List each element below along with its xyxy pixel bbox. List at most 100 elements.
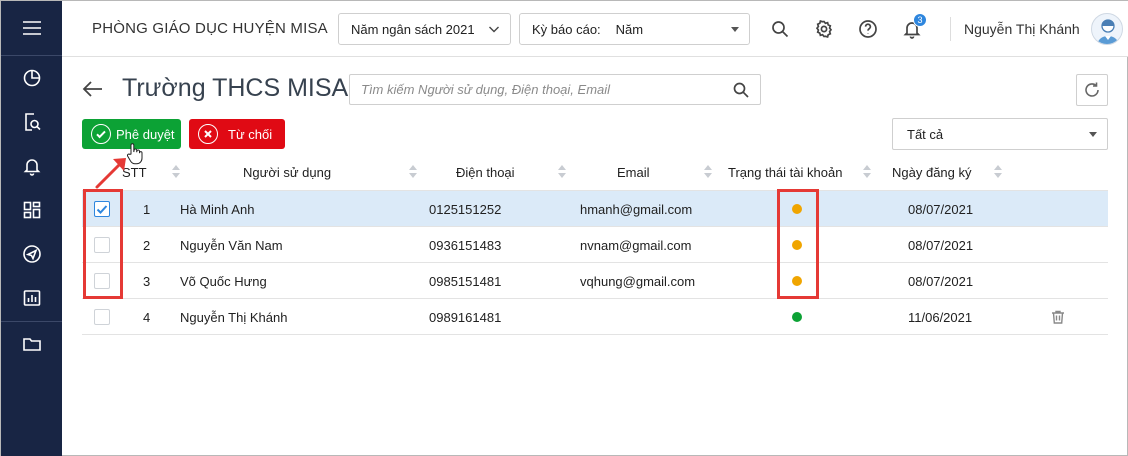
notifications-button[interactable]: 3 — [898, 13, 927, 43]
cell-email: nvnam@gmail.com — [580, 238, 692, 253]
sort-phone-icon[interactable] — [558, 165, 566, 179]
close-circle-icon — [198, 124, 218, 144]
report-period-value: Năm — [615, 21, 644, 37]
report-icon — [23, 290, 40, 306]
search-submit[interactable] — [732, 81, 750, 99]
table-row[interactable]: 3 Võ Quốc Hưng 0985151481 vqhung@gmail.com 0… — [82, 263, 1108, 299]
check-icon — [96, 205, 108, 214]
col-reg-date[interactable]: Ngày đăng ký — [892, 165, 972, 180]
menu-button[interactable] — [1, 6, 62, 50]
cell-stt: 2 — [143, 238, 151, 253]
col-email[interactable]: Email — [617, 165, 650, 180]
sidebar-item-folder[interactable] — [1, 322, 62, 366]
user-name[interactable]: Nguyễn Thị Khánh — [964, 21, 1080, 37]
top-header: PHÒNG GIÁO DỤC HUYỆN MISA Năm ngân sách … — [62, 1, 1128, 57]
search-input[interactable] — [350, 75, 730, 104]
search-icon — [772, 21, 789, 38]
header-divider — [950, 17, 951, 41]
budget-year-value: Năm ngân sách 2021 — [351, 21, 475, 37]
sidebar-item-notifications[interactable] — [1, 144, 62, 188]
sort-user-icon[interactable] — [409, 165, 417, 179]
notification-badge: 3 — [913, 13, 927, 27]
reject-button[interactable]: Từ chối — [189, 119, 285, 149]
cell-reg-date: 11/06/2021 — [908, 310, 973, 325]
row-checkbox[interactable] — [94, 309, 110, 325]
user-table: STT Người sử dụng Điện thoại Email Trạng… — [82, 155, 1108, 335]
report-period-label: Kỳ báo cáo: — [532, 21, 601, 37]
pie-chart-icon — [23, 69, 40, 87]
sidebar-item-lookup[interactable] — [1, 100, 62, 144]
search-icon — [733, 82, 749, 98]
cell-stt: 1 — [143, 202, 151, 217]
send-icon — [22, 245, 41, 263]
back-button[interactable] — [81, 77, 105, 101]
avatar[interactable] — [1091, 13, 1123, 45]
status-dot — [792, 204, 802, 214]
table-header: STT Người sử dụng Điện thoại Email Trạng… — [82, 155, 1108, 191]
refresh-button[interactable] — [1076, 74, 1108, 106]
search-button[interactable] — [766, 15, 794, 43]
cell-stt: 4 — [143, 310, 151, 325]
sidebar-item-overview[interactable] — [1, 56, 62, 100]
status-dot — [792, 312, 802, 322]
cell-stt: 3 — [143, 274, 151, 289]
cell-phone: 0125151252 — [429, 202, 502, 217]
report-period-select[interactable]: Kỳ báo cáo: Năm — [519, 13, 750, 45]
cell-user: Võ Quốc Hưng — [180, 274, 267, 289]
help-button[interactable] — [854, 15, 882, 43]
cell-email: vqhung@gmail.com — [580, 274, 696, 289]
col-user[interactable]: Người sử dụng — [243, 165, 331, 180]
row-checkbox[interactable] — [94, 273, 110, 289]
settings-button[interactable] — [810, 15, 838, 43]
sort-email-icon[interactable] — [704, 165, 712, 179]
sort-reg-date-icon[interactable] — [994, 165, 1002, 179]
cell-reg-date: 08/07/2021 — [908, 238, 974, 253]
row-checkbox[interactable] — [94, 201, 110, 217]
chevron-down-icon — [489, 26, 499, 33]
status-dot — [792, 240, 802, 250]
col-phone[interactable]: Điện thoại — [456, 165, 515, 180]
sidebar-item-reports[interactable] — [1, 276, 62, 320]
user-avatar-icon — [1097, 19, 1119, 44]
cell-reg-date: 08/07/2021 — [908, 274, 974, 289]
status-filter-value: Tất cả — [907, 126, 944, 142]
sidebar-item-dashboard[interactable] — [1, 188, 62, 232]
annotation-arrow — [95, 158, 126, 189]
table-row[interactable]: 4 Nguyễn Thị Khánh 0989161481 11/06/2021 — [82, 299, 1108, 335]
sidebar — [1, 1, 62, 456]
refresh-icon — [1085, 82, 1099, 97]
caret-down-icon — [731, 27, 739, 32]
sidebar-item-send[interactable] — [1, 232, 62, 276]
sort-stt-icon[interactable] — [172, 165, 180, 179]
reject-label: Từ chối — [228, 126, 273, 142]
cell-phone: 0989161481 — [429, 310, 502, 325]
arrow-left-icon — [82, 81, 102, 97]
dashboard-icon — [23, 201, 40, 219]
page-title: Trường THCS MISA — [122, 74, 349, 102]
delete-button[interactable] — [1050, 309, 1066, 325]
cell-phone: 0936151483 — [429, 238, 502, 253]
table-row[interactable]: 1 Hà Minh Anh 0125151252 hmanh@gmail.com 08/… — [82, 191, 1108, 227]
check-circle-icon — [91, 124, 111, 144]
status-dot — [792, 276, 802, 286]
bell-icon — [23, 159, 40, 176]
folder-icon — [22, 338, 41, 351]
menu-icon — [22, 21, 41, 35]
help-icon — [859, 20, 877, 38]
cell-user: Hà Minh Anh — [180, 202, 255, 217]
approve-label: Phê duyệt — [116, 126, 175, 142]
org-name: PHÒNG GIÁO DỤC HUYỆN MISA — [92, 20, 328, 37]
cell-user: Nguyễn Văn Nam — [180, 238, 283, 253]
caret-down-icon — [1089, 132, 1097, 137]
trash-icon — [1052, 310, 1064, 324]
cell-reg-date: 08/07/2021 — [908, 202, 974, 217]
row-checkbox[interactable] — [94, 237, 110, 253]
search-box — [349, 74, 761, 105]
budget-year-select[interactable]: Năm ngân sách 2021 — [338, 13, 511, 45]
cell-phone: 0985151481 — [429, 274, 502, 289]
status-filter-select[interactable]: Tất cả — [892, 118, 1108, 150]
sort-status-icon[interactable] — [863, 165, 871, 179]
document-search-icon — [24, 113, 41, 131]
table-row[interactable]: 2 Nguyễn Văn Nam 0936151483 nvnam@gmail.com… — [82, 227, 1108, 263]
col-status[interactable]: Trạng thái tài khoản — [728, 165, 842, 180]
